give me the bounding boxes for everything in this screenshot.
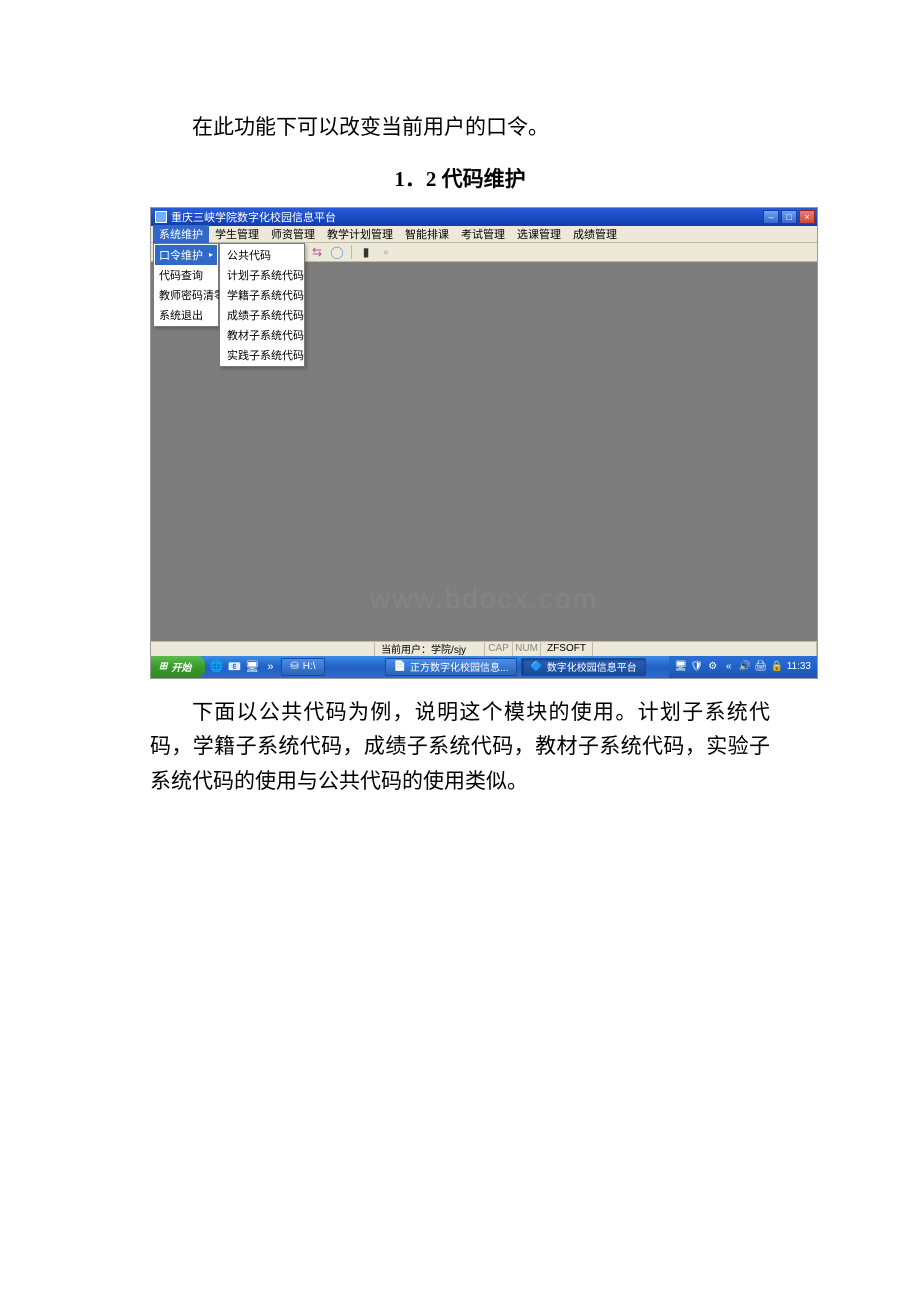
menu-plan[interactable]: 教学计划管理	[321, 225, 399, 243]
close-button[interactable]: ×	[799, 210, 815, 224]
tray-icon[interactable]: 🖨	[755, 661, 767, 673]
dropdown-level2: 公共代码 计划子系统代码 学籍子系统代码 成绩子系统代码 教材子系统代码 实践子…	[219, 243, 305, 367]
quicklaunch-icon[interactable]: 🌐	[209, 660, 223, 674]
app-icon: 📄	[394, 661, 406, 672]
status-brand: ZFSOFT	[541, 642, 593, 656]
dropdown-sub-item[interactable]: 学籍子系统代码	[221, 285, 303, 305]
tray-icon[interactable]: 🖥	[675, 661, 687, 673]
minimize-button[interactable]: –	[763, 210, 779, 224]
status-bar: 当前用户：学院/sjy CAP NUM ZFSOFT	[151, 641, 817, 656]
menu-teacher[interactable]: 师资管理	[265, 225, 321, 243]
dropdown-item-label: 系统退出	[159, 307, 203, 323]
menu-course-select[interactable]: 选课管理	[511, 225, 567, 243]
status-cap: CAP	[485, 642, 513, 656]
tray-icon[interactable]: 🔊	[739, 661, 751, 673]
app-icon	[155, 211, 167, 223]
tray-icon[interactable]: 🛡	[691, 661, 703, 673]
menu-bar: 系统维护 学生管理 师资管理 教学计划管理 智能排课 考试管理 选课管理 成绩管…	[151, 226, 817, 243]
toolbar-icon[interactable]: ⇆	[310, 245, 324, 259]
dropdown-item-label: 教师密码清零	[159, 287, 225, 303]
taskbar-item-label: H:\	[303, 661, 316, 672]
toolbar-icon[interactable]: ▮	[359, 245, 373, 259]
dropdown-item-label: 代码查询	[159, 267, 203, 283]
app-icon: 🔷	[530, 661, 542, 672]
dropdown-level1: 口令维护 ▸ 代码查询 教师密码清零 系统退出	[153, 243, 219, 327]
taskbar: ⊞ 开始 🌐 📧 🖥 » ⛁ H:\ 📄 正方数字化校园信息... 🔷 数字化校…	[151, 656, 817, 678]
dropdown-sub-item[interactable]: 实践子系统代码	[221, 345, 303, 365]
tray-chevron-icon[interactable]: «	[723, 661, 735, 673]
menu-grade[interactable]: 成绩管理	[567, 225, 623, 243]
dropdown-item-code-query[interactable]: 代码查询	[155, 265, 217, 285]
toolbar-separator	[351, 245, 352, 259]
tray-icon[interactable]: ⚙	[707, 661, 719, 673]
quicklaunch-chevron-icon[interactable]: »	[263, 660, 277, 674]
start-button[interactable]: ⊞ 开始	[151, 656, 205, 678]
paragraph-explain: 下面以公共代码为例，说明这个模块的使用。计划子系统代码，学籍子系统代码，成绩子系…	[150, 695, 770, 799]
submenu-arrow-icon: ▸	[209, 250, 213, 259]
quicklaunch-icon[interactable]: 📧	[227, 660, 241, 674]
windows-logo-icon: ⊞	[159, 661, 167, 672]
window-titlebar[interactable]: 重庆三峡学院数字化校园信息平台 – □ ×	[151, 208, 817, 226]
system-tray: 🖥 🛡 ⚙ « 🔊 🖨 🔒 11:33	[669, 656, 817, 678]
status-num: NUM	[513, 642, 541, 656]
taskbar-app2[interactable]: 🔷 数字化校园信息平台	[521, 658, 645, 676]
menu-schedule[interactable]: 智能排课	[399, 225, 455, 243]
watermark: www.bdocx.com	[370, 583, 598, 615]
dropdown-sub-item[interactable]: 教材子系统代码	[221, 325, 303, 345]
maximize-button[interactable]: □	[781, 210, 797, 224]
section-heading: 1．2 代码维护	[150, 163, 770, 193]
start-label: 开始	[171, 659, 191, 674]
dropdown-item-exit[interactable]: 系统退出	[155, 305, 217, 325]
menu-student[interactable]: 学生管理	[209, 225, 265, 243]
tray-icon[interactable]: 🔒	[771, 661, 783, 673]
toolbar-icon[interactable]: ▫	[379, 245, 393, 259]
window-title: 重庆三峡学院数字化校园信息平台	[171, 209, 763, 225]
taskbar-app1[interactable]: 📄 正方数字化校园信息...	[385, 658, 518, 676]
tray-clock[interactable]: 11:33	[787, 661, 811, 672]
toolbar-icon[interactable]: ◯	[330, 245, 344, 259]
quicklaunch-icon[interactable]: 🖥	[245, 660, 259, 674]
dropdown-sub-item[interactable]: 计划子系统代码	[221, 265, 303, 285]
app-screenshot: 重庆三峡学院数字化校园信息平台 – □ × 系统维护 学生管理 师资管理 教学计…	[150, 207, 818, 679]
dropdown-sub-item[interactable]: 公共代码	[221, 245, 303, 265]
dropdown-item-teacher-reset[interactable]: 教师密码清零	[155, 285, 217, 305]
paragraph-intro: 在此功能下可以改变当前用户的口令。	[150, 110, 770, 145]
taskbar-drive[interactable]: ⛁ H:\	[281, 658, 324, 676]
status-empty-right	[593, 642, 817, 656]
status-current-user: 当前用户：学院/sjy	[375, 642, 485, 656]
dropdown-sub-item[interactable]: 成绩子系统代码	[221, 305, 303, 325]
dropdown-item-label: 口令维护	[159, 247, 203, 263]
drive-icon: ⛁	[290, 661, 298, 672]
menu-exam[interactable]: 考试管理	[455, 225, 511, 243]
taskbar-item-label: 数字化校园信息平台	[547, 659, 637, 674]
taskbar-item-label: 正方数字化校园信息...	[410, 659, 508, 674]
status-empty	[151, 642, 375, 656]
menu-system-maintenance[interactable]: 系统维护	[153, 225, 209, 243]
dropdown-item-password[interactable]: 口令维护 ▸	[155, 245, 217, 265]
